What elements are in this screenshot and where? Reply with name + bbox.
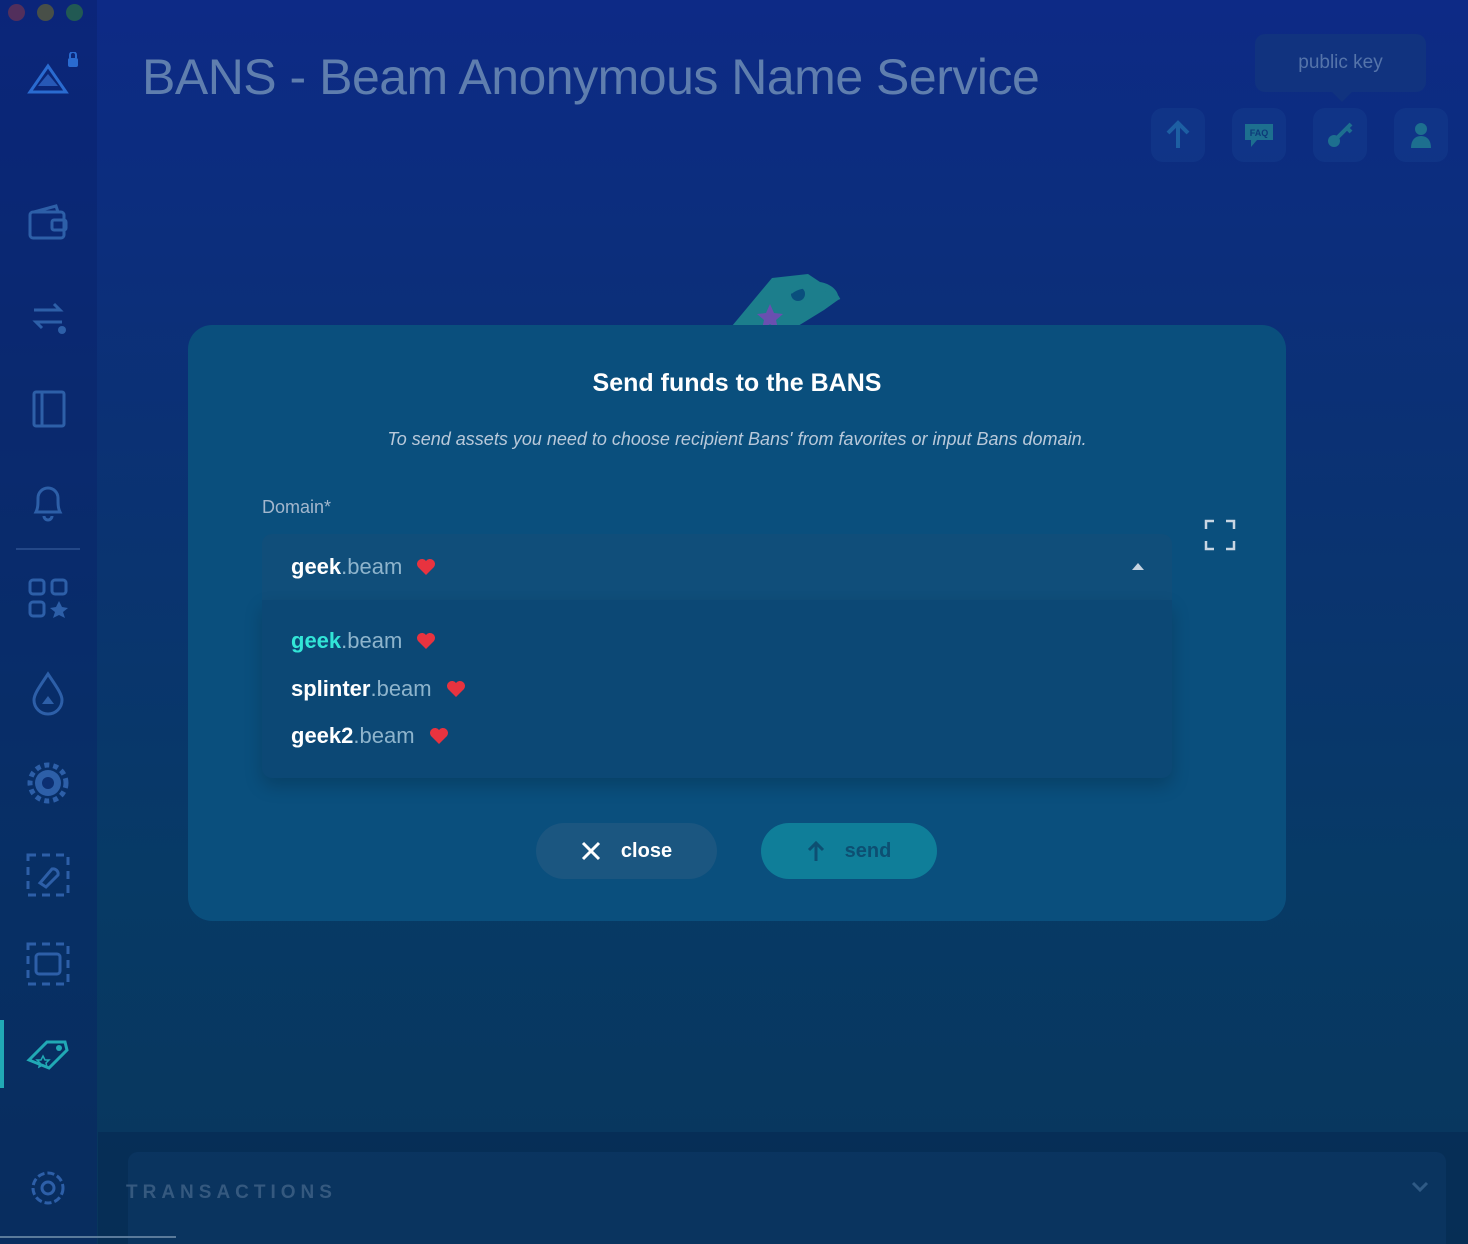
- sidebar-item-notifications[interactable]: [20, 474, 76, 530]
- option-domain-tld: .beam: [370, 676, 432, 701]
- send-arrow-icon: [1166, 120, 1190, 148]
- bell-icon: [33, 486, 63, 522]
- close-button-label: close: [620, 839, 673, 862]
- beam-logo-icon: [24, 51, 84, 102]
- send-funds-modal: Send funds to the BANS To send assets yo…: [188, 325, 1286, 921]
- modal-title: Send funds to the BANS: [592, 369, 882, 397]
- option-domain-tld: .beam: [353, 723, 415, 748]
- domain-dropdown: geek .beam splinter .beam geek2 .beam: [262, 600, 1172, 778]
- key-button[interactable]: [1313, 108, 1367, 162]
- faq-button[interactable]: FAQ: [1232, 108, 1286, 162]
- sidebar-item-settings[interactable]: [20, 1160, 76, 1216]
- send-button[interactable]: [1151, 108, 1205, 162]
- send-funds-button[interactable]: send: [761, 823, 937, 879]
- key-icon: [1328, 122, 1353, 147]
- sidebar-item-dapp-two[interactable]: [20, 936, 76, 992]
- scan-frame-icon: [1204, 519, 1236, 551]
- heart-icon[interactable]: [446, 680, 466, 698]
- sidebar-item-dapps[interactable]: [20, 570, 76, 626]
- sidebar-item-swap[interactable]: [20, 288, 76, 344]
- selected-domain-name: geek: [291, 554, 342, 579]
- notebook-icon: [32, 390, 66, 428]
- chevron-down-icon[interactable]: [1410, 1180, 1430, 1199]
- modal-subtitle: To send assets you need to choose recipi…: [387, 429, 1087, 449]
- fullscreen-scan-button[interactable]: [1204, 519, 1236, 551]
- page-title: BANS - Beam Anonymous Name Service: [142, 49, 1040, 105]
- bans-tag-icon: [26, 1040, 69, 1070]
- sidebar-item-addressbook[interactable]: [20, 380, 76, 436]
- option-domain-name: geek2: [291, 723, 354, 748]
- list-item[interactable]: geek2 .beam: [291, 723, 449, 749]
- domain-label: Domain*: [262, 497, 332, 517]
- option-domain-tld: .beam: [341, 628, 403, 653]
- gear-badge-icon: [27, 762, 69, 804]
- droplet-icon: [32, 671, 64, 716]
- heart-icon[interactable]: [416, 632, 436, 650]
- wallet-icon: [28, 204, 68, 240]
- sidebar-item-bans[interactable]: [20, 1026, 76, 1082]
- close-button[interactable]: close: [536, 823, 717, 879]
- sidebar-item-dapp-one[interactable]: [20, 847, 76, 903]
- dapp-icon: [26, 853, 70, 897]
- option-domain-name: geek: [291, 628, 342, 653]
- user-icon: [1411, 123, 1431, 148]
- list-item[interactable]: splinter .beam: [291, 676, 466, 702]
- close-icon: [581, 841, 600, 861]
- sidebar-item-faucet[interactable]: [20, 665, 76, 721]
- scrollbar-indicator: [0, 1236, 176, 1238]
- sidebar: [0, 0, 97, 1244]
- swap-icon: [32, 302, 66, 334]
- transactions-title: TRANSACTIONS: [126, 1182, 337, 1203]
- sidebar-divider: [16, 548, 80, 550]
- send-button-label: send: [844, 839, 892, 862]
- user-button[interactable]: [1394, 108, 1448, 162]
- selected-domain-tld: .beam: [341, 554, 403, 579]
- public-key-tooltip: public key: [1255, 34, 1426, 102]
- heart-icon: [416, 558, 436, 576]
- list-item[interactable]: geek .beam: [291, 628, 436, 654]
- option-domain-name: splinter: [291, 676, 371, 701]
- apps-icon: [28, 578, 68, 618]
- transactions-panel: TRANSACTIONS: [98, 1132, 1468, 1244]
- sidebar-item-wallet[interactable]: [20, 196, 76, 252]
- bans-mascot-icon: [728, 270, 844, 330]
- faq-text: FAQ: [1250, 128, 1269, 138]
- wallet-dapp-icon: [26, 942, 70, 986]
- send-arrow-icon: [807, 840, 824, 861]
- caret-up-icon[interactable]: [1132, 563, 1144, 570]
- domain-select[interactable]: geek .beam: [262, 534, 1172, 600]
- heart-icon[interactable]: [429, 727, 449, 745]
- settings-icon: [31, 1171, 65, 1205]
- sidebar-active-indicator: [0, 1020, 4, 1088]
- faq-icon: FAQ: [1245, 124, 1273, 147]
- sidebar-item-dao[interactable]: [20, 755, 76, 811]
